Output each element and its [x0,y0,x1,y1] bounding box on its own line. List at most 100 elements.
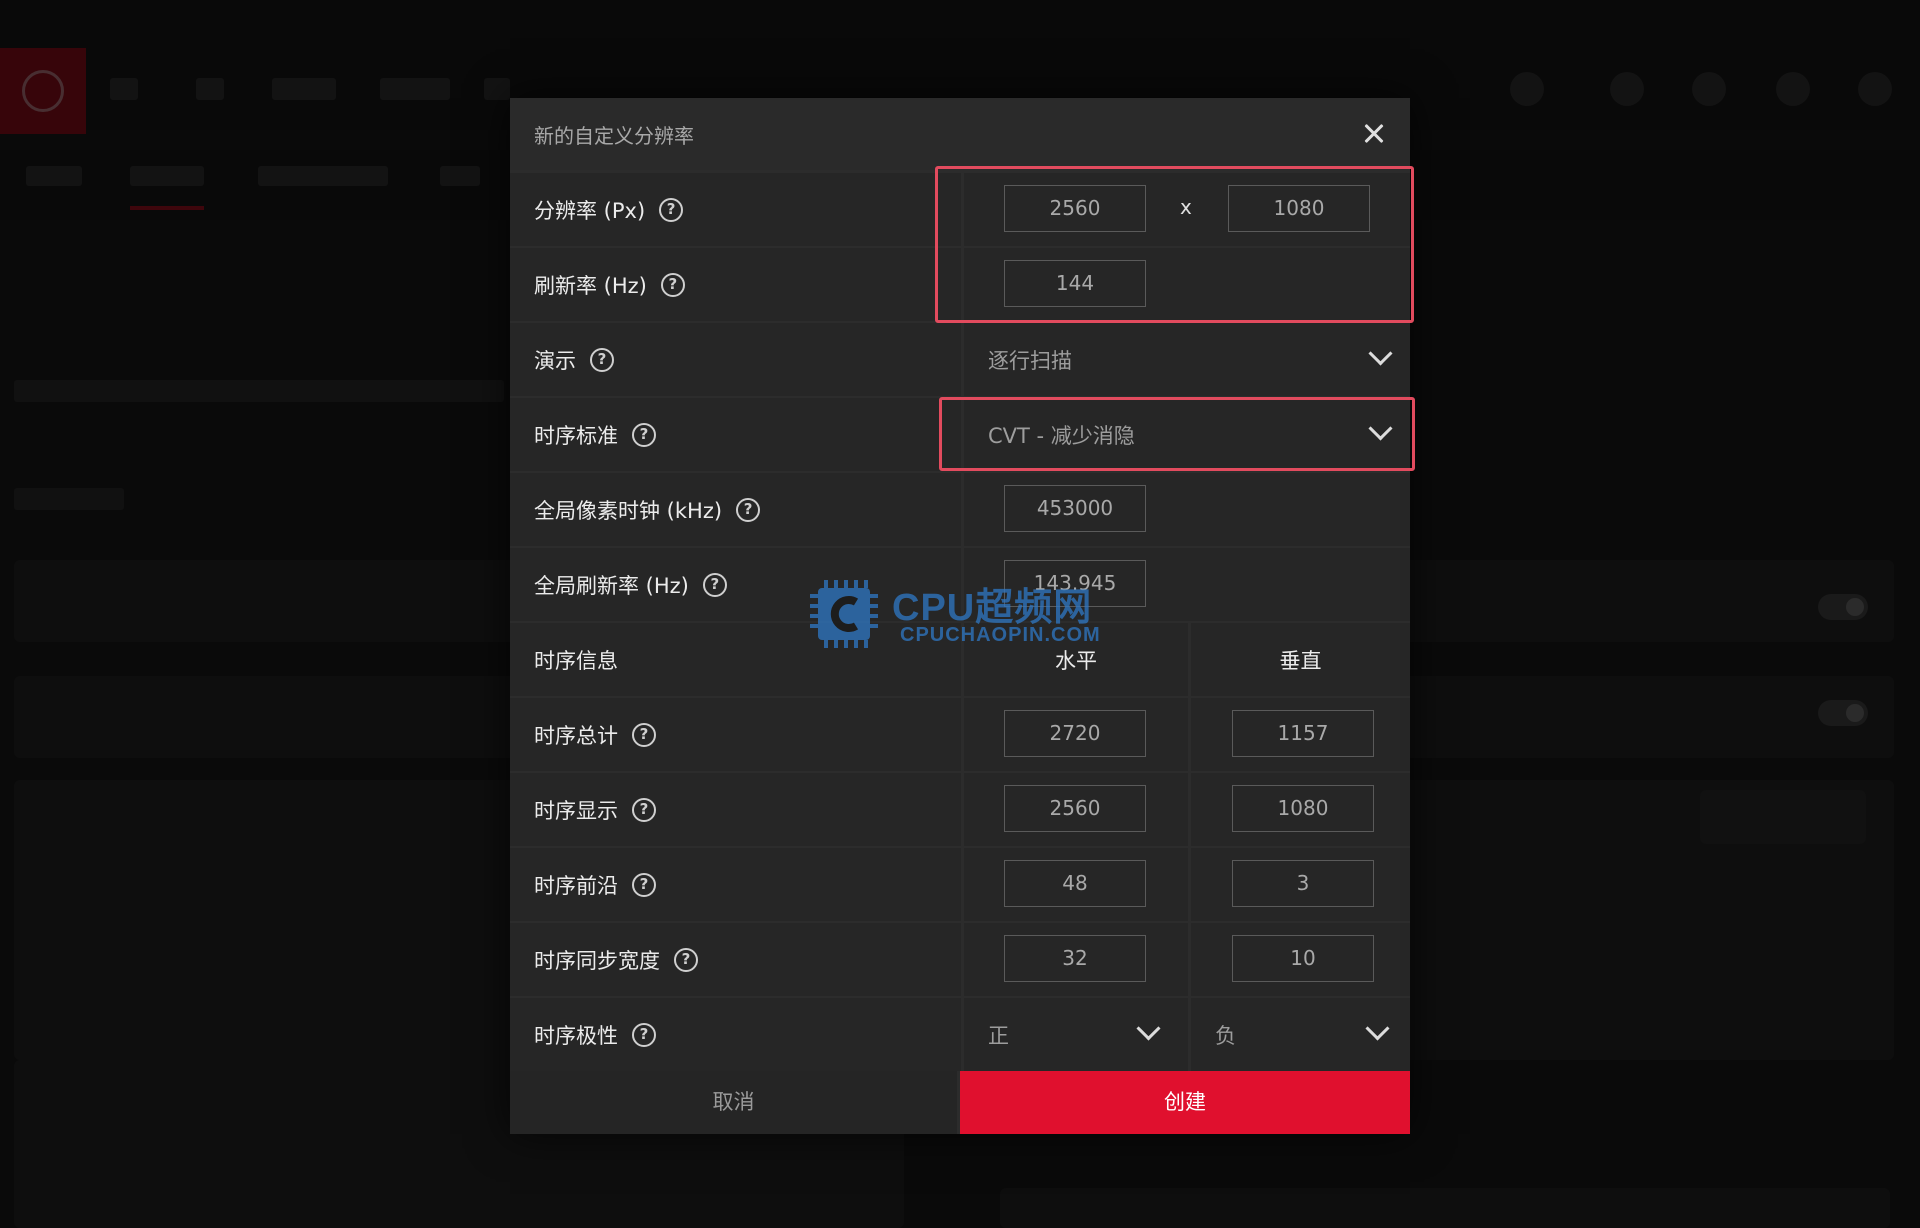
timing-standard-label: 时序标准 [534,424,618,448]
timing-total-label-wrap: 时序总计 ? [534,720,656,750]
timing-polarity-h-value: 正 [988,1024,1009,1048]
global-refresh-label-cell: 全局刷新率 (Hz) ? [510,548,961,621]
timing-front-porch-v-cell: 3 [1191,848,1410,921]
help-circle-icon[interactable]: ? [590,348,614,372]
timing-polarity-row: 时序极性 ? 正 负 [510,998,1410,1071]
timing-front-porch-h-input[interactable]: 48 [1004,860,1146,907]
timing-front-porch-label-wrap: 时序前沿 ? [534,870,656,900]
help-circle-icon[interactable]: ? [660,273,685,297]
horizontal-header-cell: 水平 [964,623,1188,696]
timing-front-porch-row: 时序前沿 ? 48 3 [510,848,1410,921]
help-circle-icon[interactable]: ? [632,1023,656,1047]
refresh-rate-label-wrap: 刷新率 (Hz) ? [534,270,685,300]
help-circle-icon[interactable]: ? [702,573,727,597]
timing-front-porch-h-cell: 48 [964,848,1188,921]
timing-total-label: 时序总计 [534,724,618,748]
timing-polarity-v-select[interactable]: 负 [1191,998,1410,1071]
timing-display-v-input[interactable]: 1080 [1232,785,1374,832]
timing-standard-select[interactable]: CVT - 减少消隐 [964,398,1410,471]
timing-info-label: 时序信息 [534,649,618,673]
global-refresh-label-wrap: 全局刷新率 (Hz) ? [534,570,727,600]
timing-polarity-label-cell: 时序极性 ? [510,998,961,1071]
timing-polarity-label: 时序极性 [534,1024,618,1048]
timing-display-h-cell: 2560 [964,773,1188,846]
timing-sync-width-label-cell: 时序同步宽度 ? [510,923,961,996]
timing-total-h-cell: 2720 [964,698,1188,771]
timing-info-label-cell: 时序信息 [510,623,961,696]
global-refresh-label: 全局刷新率 (Hz) [534,574,689,598]
timing-display-label-cell: 时序显示 ? [510,773,961,846]
resolution-separator: x [1180,195,1192,219]
timing-sync-width-label: 时序同步宽度 [534,949,660,973]
timing-total-v-input[interactable]: 1157 [1232,710,1374,757]
vertical-column-header: 垂直 [1279,649,1322,673]
timing-display-label: 时序显示 [534,799,618,823]
help-circle-icon[interactable]: ? [674,948,698,972]
timing-polarity-label-wrap: 时序极性 ? [534,1020,656,1050]
pixel-clock-input[interactable]: 453000 [1004,485,1146,532]
resolution-height-input[interactable]: 1080 [1228,185,1370,232]
timing-display-h-input[interactable]: 2560 [1004,785,1146,832]
timing-front-porch-v-input[interactable]: 3 [1232,860,1374,907]
resolution-width-input[interactable]: 2560 [1004,185,1146,232]
timing-front-porch-label-cell: 时序前沿 ? [510,848,961,921]
global-refresh-input[interactable]: 143.945 [1004,560,1146,607]
chevron-down-icon [1365,1016,1390,1041]
close-icon[interactable] [1358,118,1390,150]
timing-display-v-cell: 1080 [1191,773,1410,846]
pixel-clock-label-cell: 全局像素时钟 (kHz) ? [510,473,961,546]
presentation-selected-value: 逐行扫描 [988,349,1072,373]
help-circle-icon[interactable]: ? [632,423,656,447]
timing-standard-row: 时序标准 ? CVT - 减少消隐 [510,398,1410,471]
timing-standard-label-cell: 时序标准 ? [510,398,961,471]
pixel-clock-value-cell: 453000 [964,473,1410,546]
presentation-label: 演示 [534,349,576,373]
timing-standard-selected-value: CVT - 减少消隐 [988,424,1135,448]
help-circle-icon[interactable]: ? [632,723,656,747]
presentation-select[interactable]: 逐行扫描 [964,323,1410,396]
horizontal-column-header: 水平 [1055,649,1097,673]
resolution-row: 分辨率 (Px) ? 2560 x 1080 [510,173,1410,246]
help-circle-icon[interactable]: ? [632,873,656,897]
timing-polarity-h-select[interactable]: 正 [964,998,1188,1071]
help-circle-icon[interactable]: ? [736,498,761,522]
timing-total-v-cell: 1157 [1191,698,1410,771]
timing-sync-width-h-cell: 32 [964,923,1188,996]
presentation-label-cell: 演示 ? [510,323,961,396]
timing-display-row: 时序显示 ? 2560 1080 [510,773,1410,846]
timing-sync-width-label-wrap: 时序同步宽度 ? [534,945,698,975]
global-refresh-row: 全局刷新率 (Hz) ? 143.945 [510,548,1410,621]
refresh-rate-label: 刷新率 (Hz) [534,274,647,298]
timing-sync-width-v-cell: 10 [1191,923,1410,996]
timing-sync-width-h-input[interactable]: 32 [1004,935,1146,982]
resolution-value-cell: 2560 x 1080 [964,173,1410,246]
presentation-label-wrap: 演示 ? [534,345,614,375]
timing-display-label-wrap: 时序显示 ? [534,795,656,825]
timing-front-porch-label: 时序前沿 [534,874,618,898]
timing-standard-label-wrap: 时序标准 ? [534,420,656,450]
timing-polarity-v-value: 负 [1215,1024,1236,1048]
help-circle-icon[interactable]: ? [659,198,684,222]
global-refresh-value-cell: 143.945 [964,548,1410,621]
refresh-rate-row: 刷新率 (Hz) ? 144 [510,248,1410,321]
vertical-header-cell: 垂直 [1191,623,1410,696]
refresh-rate-label-cell: 刷新率 (Hz) ? [510,248,961,321]
cancel-button[interactable]: 取消 [510,1071,957,1134]
pixel-clock-label-wrap: 全局像素时钟 (kHz) ? [534,495,761,525]
refresh-rate-value-cell: 144 [964,248,1410,321]
resolution-label-wrap: 分辨率 (Px) ? [534,195,684,225]
create-button[interactable]: 创建 [960,1071,1410,1134]
help-circle-icon[interactable]: ? [632,798,656,822]
custom-resolution-dialog: 新的自定义分辨率 分辨率 (Px) ? 2560 x 1080 刷新率 (Hz)… [510,98,1410,1134]
refresh-rate-input[interactable]: 144 [1004,260,1146,307]
pixel-clock-label: 全局像素时钟 (kHz) [534,499,723,523]
timing-info-header-row: 时序信息 水平 垂直 [510,623,1410,696]
resolution-label-cell: 分辨率 (Px) ? [510,173,961,246]
timing-sync-width-row: 时序同步宽度 ? 32 10 [510,923,1410,996]
chevron-down-icon [1368,416,1393,441]
dialog-header: 新的自定义分辨率 [510,98,1410,170]
timing-sync-width-v-input[interactable]: 10 [1232,935,1374,982]
timing-total-label-cell: 时序总计 ? [510,698,961,771]
timing-total-h-input[interactable]: 2720 [1004,710,1146,757]
resolution-label: 分辨率 (Px) [534,199,646,223]
